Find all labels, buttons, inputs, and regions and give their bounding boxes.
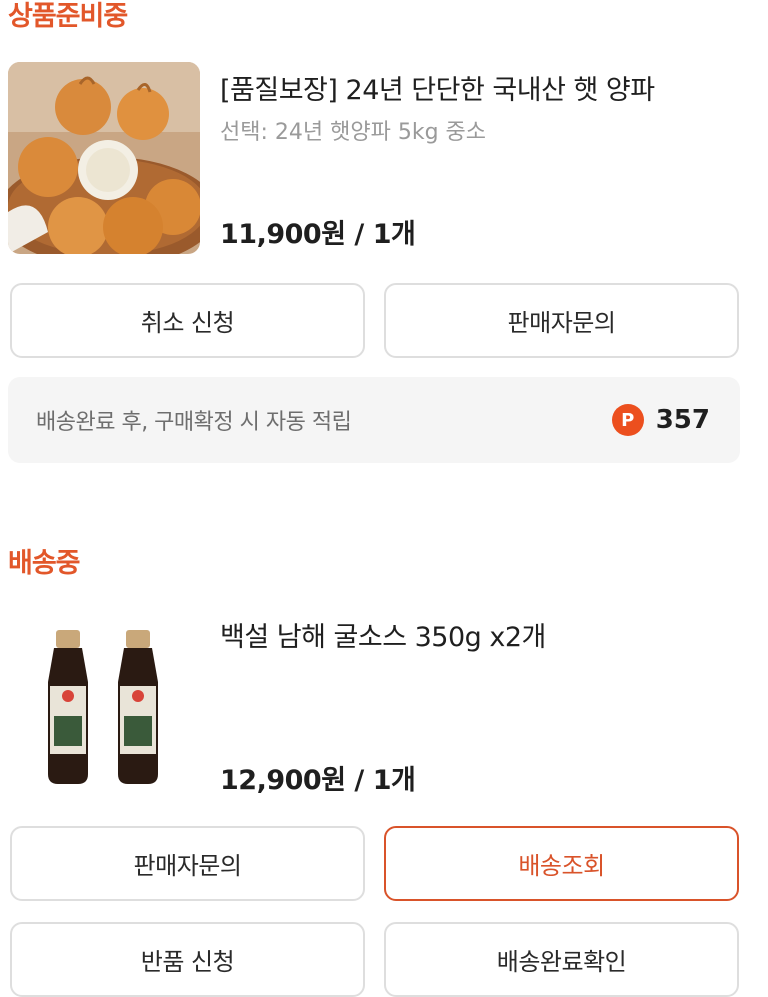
confirm-delivery-button[interactable]: 배송완료확인 — [384, 922, 739, 997]
return-request-button[interactable]: 반품 신청 — [10, 922, 365, 997]
product-name-onion[interactable]: [품질보장] 24년 단단한 국내산 햇 양파 — [220, 68, 655, 107]
product-price-oyster-sauce: 12,900원 / 1개 — [220, 765, 416, 796]
product-option-onion: 선택: 24년 햇양파 5kg 중소 — [220, 120, 487, 145]
track-delivery-button[interactable]: 배송조회 — [384, 826, 739, 901]
onion-image-icon — [8, 62, 200, 254]
oyster-sauce-product-image[interactable] — [8, 612, 200, 804]
point-icon: P — [611, 404, 644, 436]
point-reward: P 357 — [611, 404, 710, 436]
point-notice-text: 배송완료 후, 구매확정 시 자동 적립 — [36, 410, 352, 435]
oyster-sauce-bottles-icon — [8, 612, 200, 804]
onion-product-image[interactable] — [8, 62, 200, 254]
product-name-oyster-sauce[interactable]: 백설 남해 굴소스 350g x2개 — [220, 615, 546, 654]
section-title-preparing: 상품준비중 — [8, 1, 128, 32]
section-title-shipping: 배송중 — [8, 548, 81, 579]
product-price-onion: 11,900원 / 1개 — [220, 219, 416, 250]
cancel-request-button[interactable]: 취소 신청 — [10, 283, 365, 358]
seller-inquiry-button[interactable]: 판매자문의 — [384, 283, 739, 358]
seller-inquiry-button-2[interactable]: 판매자문의 — [10, 826, 365, 901]
point-notice: 배송완료 후, 구매확정 시 자동 적립 P 357 — [8, 377, 740, 463]
point-value: 357 — [655, 405, 710, 435]
